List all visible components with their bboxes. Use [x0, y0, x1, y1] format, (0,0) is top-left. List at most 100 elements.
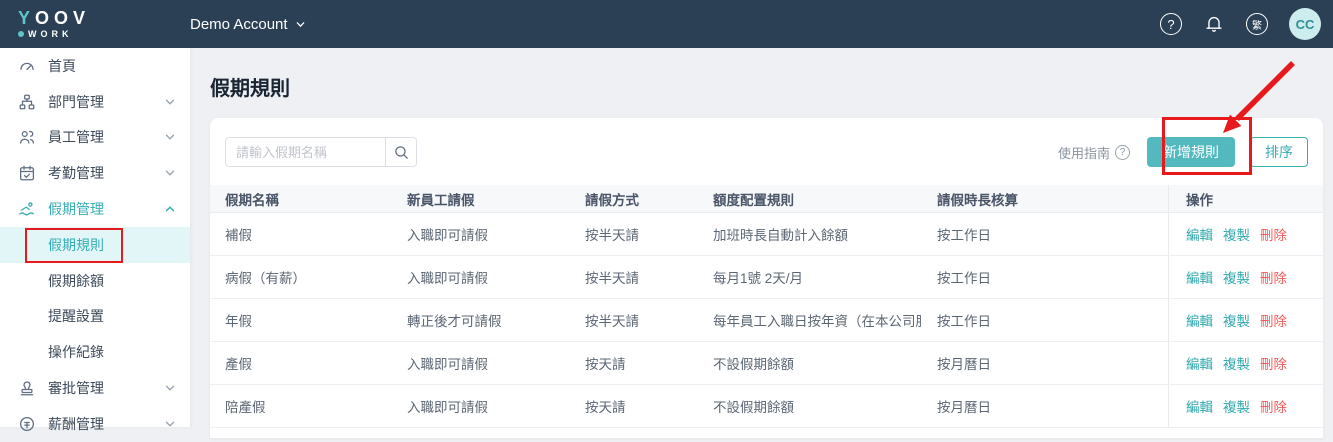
cell-leave-name: 產假: [210, 342, 392, 384]
sidebar-item-label: 假期餘額: [48, 271, 176, 291]
calendar-icon: [18, 164, 36, 182]
vacation-icon: [18, 200, 36, 218]
sidebar-item-label: 操作紀錄: [48, 342, 176, 362]
chevron-down-icon: [164, 96, 176, 108]
notification-bell-icon[interactable]: [1203, 13, 1225, 35]
leave-rules-table: 假期名稱新員工請假請假方式額度配置規則請假時長核算操作補假入職即可請假按半天請加…: [210, 185, 1323, 428]
logo-dot-icon: [18, 31, 24, 37]
cell-duration-basis: 按工作日: [922, 299, 1168, 341]
sidebar-subitem[interactable]: 假期規則: [0, 227, 190, 263]
yoov-logo[interactable]: YOOV WORK: [0, 9, 190, 39]
sidebar-item-label: 提醒設置: [48, 306, 176, 326]
sidebar-item-label: 假期管理: [48, 199, 164, 219]
chevron-down-icon: [164, 382, 176, 394]
cell-leave-name: 病假（有薪）: [210, 256, 392, 298]
column-header: 額度配置規則: [698, 185, 922, 212]
table-row: 補假入職即可請假按半天請加班時長自動計入餘額按工作日編輯複製刪除: [210, 213, 1323, 256]
user-avatar[interactable]: CC: [1289, 8, 1321, 40]
people-icon: [18, 128, 36, 146]
cell-quota-rule: 加班時長自動計入餘額: [698, 213, 922, 255]
language-toggle-icon[interactable]: 繁: [1246, 13, 1268, 35]
sidebar-item[interactable]: 部門管理: [0, 84, 190, 120]
sidebar: 首頁部門管理員工管理考勤管理假期管理假期規則假期餘額提醒設置操作紀錄審批管理薪酬…: [0, 48, 190, 427]
sidebar-subitem[interactable]: 操作紀錄: [0, 334, 190, 370]
edit-link[interactable]: 編輯: [1186, 396, 1213, 416]
copy-link[interactable]: 複製: [1223, 353, 1250, 373]
cell-quota-rule: 每年員工入職日按年資（在本公司服務年限）: [698, 299, 922, 341]
sidebar-item[interactable]: 審批管理: [0, 370, 190, 406]
cell-actions: 編輯複製刪除: [1168, 256, 1323, 298]
cell-method: 按半天請: [570, 299, 698, 341]
edit-link[interactable]: 編輯: [1186, 224, 1213, 244]
sidebar-item-label: 員工管理: [48, 127, 164, 147]
copy-link[interactable]: 複製: [1223, 224, 1250, 244]
account-name: Demo Account: [190, 16, 288, 33]
cell-duration-basis: 按月曆日: [922, 385, 1168, 427]
logo-text: YOOV: [18, 9, 190, 27]
chevron-down-icon: [164, 131, 176, 143]
sidebar-subitem[interactable]: 假期餘額: [0, 263, 190, 299]
sidebar-item[interactable]: 薪酬管理: [0, 406, 190, 442]
cell-new-employee: 入職即可請假: [392, 385, 570, 427]
cell-leave-name: 年假: [210, 299, 392, 341]
cell-quota-rule: 不設假期餘額: [698, 342, 922, 384]
edit-link[interactable]: 編輯: [1186, 353, 1213, 373]
copy-link[interactable]: 複製: [1223, 267, 1250, 287]
help-icon[interactable]: ?: [1160, 13, 1182, 35]
usage-guide-link[interactable]: 使用指南 ?: [1058, 143, 1130, 162]
sidebar-item[interactable]: 員工管理: [0, 120, 190, 156]
column-header: 請假方式: [570, 185, 698, 212]
cell-quota-rule: 不設假期餘額: [698, 385, 922, 427]
add-rule-button[interactable]: 新增規則: [1147, 137, 1235, 167]
content-card: 使用指南 ? 新增規則 排序 假期名稱新員工請假請假方式額度配置規則請假時長核算…: [210, 118, 1323, 438]
copy-link[interactable]: 複製: [1223, 310, 1250, 330]
column-header: 操作: [1168, 185, 1323, 212]
edit-link[interactable]: 編輯: [1186, 267, 1213, 287]
sidebar-subitem[interactable]: 提醒設置: [0, 299, 190, 335]
sort-button[interactable]: 排序: [1250, 137, 1308, 167]
search-icon: [393, 144, 410, 161]
cell-new-employee: 入職即可請假: [392, 342, 570, 384]
cell-method: 按天請: [570, 342, 698, 384]
cell-actions: 編輯複製刪除: [1168, 213, 1323, 255]
delete-link[interactable]: 刪除: [1260, 396, 1287, 416]
cell-new-employee: 入職即可請假: [392, 213, 570, 255]
table-row: 年假轉正後才可請假按半天請每年員工入職日按年資（在本公司服務年限）按工作日編輯複…: [210, 299, 1323, 342]
copy-link[interactable]: 複製: [1223, 396, 1250, 416]
cell-actions: 編輯複製刪除: [1168, 342, 1323, 384]
cell-duration-basis: 按月曆日: [922, 342, 1168, 384]
stamp-icon: [18, 379, 36, 397]
table-row: 病假（有薪）入職即可請假按半天請每月1號 2天/月按工作日編輯複製刪除: [210, 256, 1323, 299]
chevron-down-icon: [295, 19, 306, 30]
edit-link[interactable]: 編輯: [1186, 310, 1213, 330]
delete-link[interactable]: 刪除: [1260, 310, 1287, 330]
top-header: YOOV WORK Demo Account ? 繁 CC: [0, 0, 1333, 48]
chevron-up-icon: [164, 203, 176, 215]
table-row: 陪產假入職即可請假按天請不設假期餘額按月曆日編輯複製刪除: [210, 385, 1323, 428]
search-button[interactable]: [385, 137, 417, 167]
sidebar-item-label: 審批管理: [48, 378, 164, 398]
cell-new-employee: 轉正後才可請假: [392, 299, 570, 341]
cell-leave-name: 補假: [210, 213, 392, 255]
chevron-down-icon: [164, 418, 176, 430]
cell-duration-basis: 按工作日: [922, 213, 1168, 255]
sidebar-item[interactable]: 首頁: [0, 48, 190, 84]
sidebar-item-label: 首頁: [48, 56, 176, 76]
sidebar-item[interactable]: 假期管理: [0, 191, 190, 227]
cell-duration-basis: 按工作日: [922, 256, 1168, 298]
account-switcher[interactable]: Demo Account: [190, 16, 306, 33]
sidebar-item-label: 假期規則: [48, 235, 176, 255]
cell-actions: 編輯複製刪除: [1168, 385, 1323, 427]
delete-link[interactable]: 刪除: [1260, 267, 1287, 287]
delete-link[interactable]: 刪除: [1260, 224, 1287, 244]
chevron-down-icon: [164, 167, 176, 179]
column-header: 請假時長核算: [922, 185, 1168, 212]
sidebar-item-label: 薪酬管理: [48, 414, 164, 434]
page-title: 假期規則: [210, 72, 290, 101]
cell-new-employee: 入職即可請假: [392, 256, 570, 298]
search-input[interactable]: [225, 137, 385, 167]
column-header: 假期名稱: [210, 185, 392, 212]
delete-link[interactable]: 刪除: [1260, 353, 1287, 373]
org-icon: [18, 93, 36, 111]
sidebar-item[interactable]: 考勤管理: [0, 155, 190, 191]
